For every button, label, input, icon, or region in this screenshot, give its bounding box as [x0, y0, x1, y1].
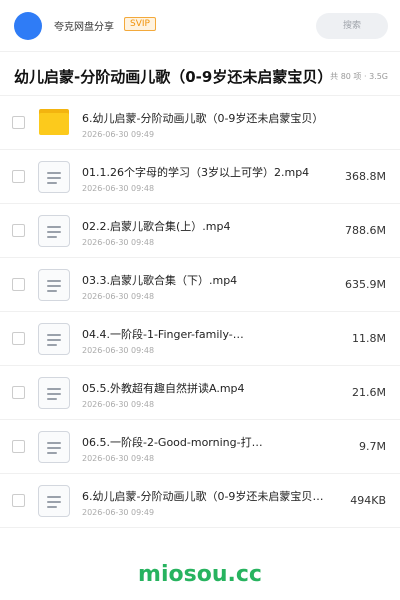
- file-date: 2026-06-30 09:48: [82, 238, 155, 247]
- file-date: 2026-06-30 09:48: [82, 292, 155, 301]
- list-item[interactable]: 03.3.启蒙儿歌合集（下）.mp4 2026-06-30 09:48 635.…: [0, 258, 400, 312]
- row-checkbox[interactable]: [12, 386, 25, 399]
- list-item[interactable]: 04.4.一阶段-1-Finger-family-… 2026-06-30 09…: [0, 312, 400, 366]
- list-item[interactable]: 06.5.一阶段-2-Good-morning-打… 2026-06-30 09…: [0, 420, 400, 474]
- file-name: 06.5.一阶段-2-Good-morning-打…: [82, 436, 263, 449]
- file-date: 2026-06-30 09:48: [82, 184, 155, 193]
- file-size: 368.8M: [345, 170, 386, 183]
- file-name: 04.4.一阶段-1-Finger-family-…: [82, 328, 244, 341]
- document-icon: [38, 215, 70, 247]
- row-checkbox[interactable]: [12, 494, 25, 507]
- list-item[interactable]: 02.2.启蒙儿歌合集(上）.mp4 2026-06-30 09:48 788.…: [0, 204, 400, 258]
- share-title-bar: 幼儿启蒙-分阶动画儿歌（0-9岁还未启蒙宝贝） 共 80 项 · 3.5G: [0, 52, 400, 96]
- file-size: 9.7M: [359, 440, 386, 453]
- watermark: miosou.cc: [138, 562, 262, 587]
- file-size: 635.9M: [345, 278, 386, 291]
- row-checkbox[interactable]: [12, 440, 25, 453]
- file-name: 01.1.26个字母的学习（3岁以上可学）2.mp4: [82, 166, 310, 179]
- row-checkbox[interactable]: [12, 170, 25, 183]
- file-name: 6.幼儿启蒙-分阶动画儿歌（0-9岁还未启蒙宝贝）…: [82, 490, 334, 503]
- share-meta: 共 80 项 · 3.5G: [330, 72, 388, 81]
- folder-icon: [39, 109, 69, 135]
- list-item[interactable]: 6.幼儿启蒙-分阶动画儿歌（0-9岁还未启蒙宝贝）… 2026-06-30 09…: [0, 474, 400, 528]
- file-name: 6.幼儿启蒙-分阶动画儿歌（0-9岁还未启蒙宝贝）: [82, 112, 324, 125]
- page-title: 幼儿启蒙-分阶动画儿歌（0-9岁还未启蒙宝贝）: [14, 68, 333, 86]
- file-size: 21.6M: [352, 386, 386, 399]
- list-item[interactable]: 01.1.26个字母的学习（3岁以上可学）2.mp4 2026-06-30 09…: [0, 150, 400, 204]
- list-item[interactable]: 6.幼儿启蒙-分阶动画儿歌（0-9岁还未启蒙宝贝） 2026-06-30 09:…: [0, 96, 400, 150]
- row-checkbox[interactable]: [12, 332, 25, 345]
- row-checkbox[interactable]: [12, 224, 25, 237]
- search-button[interactable]: 搜索: [316, 13, 388, 39]
- file-size: 788.6M: [345, 224, 386, 237]
- app-name: 夸克网盘分享: [54, 22, 114, 33]
- file-date: 2026-06-30 09:49: [82, 508, 155, 517]
- file-size: 11.8M: [352, 332, 386, 345]
- file-size: 494KB: [350, 494, 386, 507]
- row-checkbox[interactable]: [12, 116, 25, 129]
- document-icon: [38, 269, 70, 301]
- file-name: 03.3.启蒙儿歌合集（下）.mp4: [82, 274, 238, 287]
- list-item[interactable]: 05.5.外教超有趣自然拼读A.mp4 2026-06-30 09:48 21.…: [0, 366, 400, 420]
- file-name: 05.5.外教超有趣自然拼读A.mp4: [82, 382, 245, 395]
- file-date: 2026-06-30 09:49: [82, 130, 155, 139]
- document-icon: [38, 431, 70, 463]
- app-header: 夸克网盘分享 SVIP 搜索: [0, 0, 400, 52]
- document-icon: [38, 323, 70, 355]
- document-icon: [38, 377, 70, 409]
- row-checkbox[interactable]: [12, 278, 25, 291]
- file-list: 6.幼儿启蒙-分阶动画儿歌（0-9岁还未启蒙宝贝） 2026-06-30 09:…: [0, 96, 400, 528]
- file-name: 02.2.启蒙儿歌合集(上）.mp4: [82, 220, 231, 233]
- file-date: 2026-06-30 09:48: [82, 400, 155, 409]
- document-icon: [38, 161, 70, 193]
- file-date: 2026-06-30 09:48: [82, 454, 155, 463]
- avatar[interactable]: [14, 12, 42, 40]
- document-icon: [38, 485, 70, 517]
- file-date: 2026-06-30 09:48: [82, 346, 155, 355]
- svip-badge: SVIP: [124, 17, 156, 31]
